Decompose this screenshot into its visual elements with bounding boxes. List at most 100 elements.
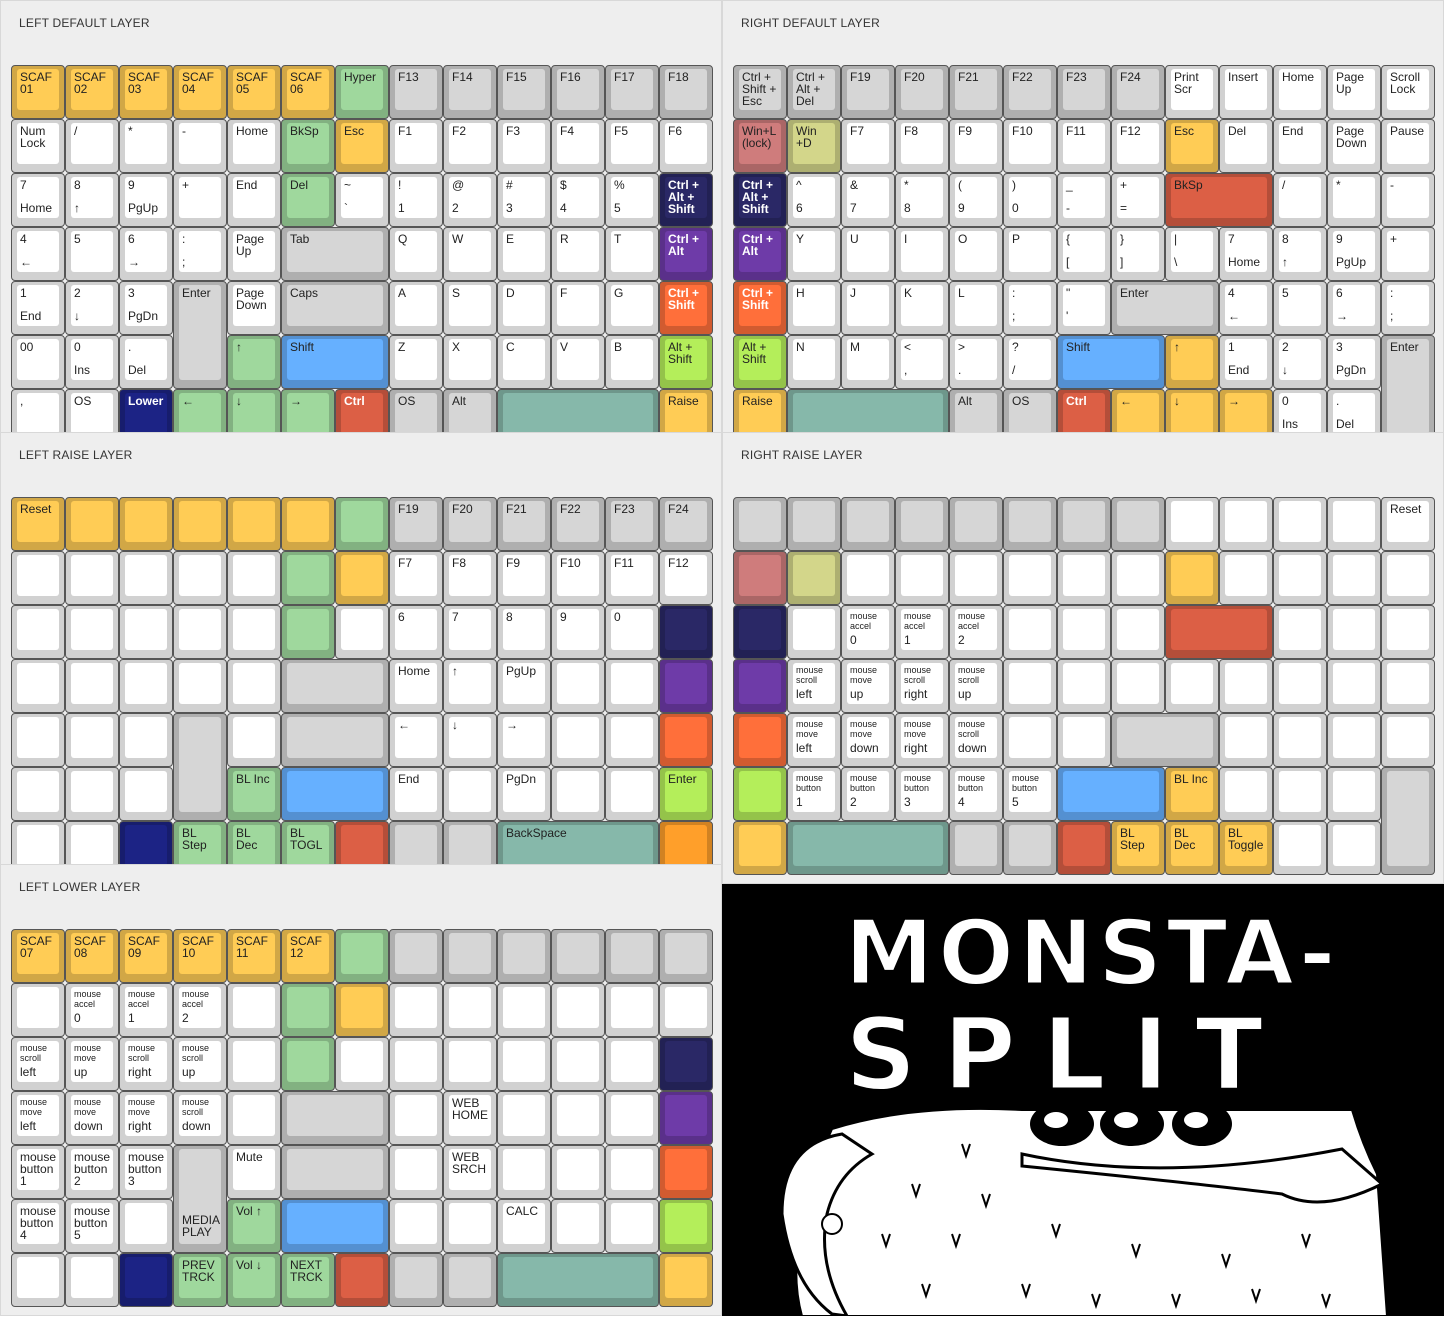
key-label: BL Dec (1174, 826, 1196, 852)
key-sublabel: ← (20, 255, 32, 269)
key (605, 1145, 659, 1199)
keycap (1117, 609, 1159, 650)
keycap (17, 609, 59, 650)
key (1057, 767, 1165, 821)
key-label: BL Inc (236, 772, 270, 786)
key-label: Y (796, 232, 805, 246)
key (1327, 713, 1381, 767)
key-label: Raise (668, 394, 699, 408)
keycap (179, 609, 221, 650)
key-label: WEB SRCH (452, 1150, 487, 1176)
key-label: F1 (398, 124, 413, 138)
keycap (1117, 501, 1159, 542)
key-sublabel: Home (1228, 255, 1261, 269)
key: mouse button 5 (65, 1199, 119, 1253)
key-label: 7 (1228, 232, 1235, 246)
key (281, 767, 389, 821)
key (65, 605, 119, 659)
key: mouse button 1 (11, 1145, 65, 1199)
key (605, 1199, 659, 1253)
key-label: SCAF 03 (128, 70, 161, 96)
key: O (949, 227, 1003, 281)
key: F9 (949, 119, 1003, 173)
key (281, 1145, 389, 1199)
key: F23 (1057, 65, 1111, 119)
key-label: 7 (20, 178, 27, 192)
key-label: NEXT TRCK (290, 1258, 323, 1284)
key (119, 605, 173, 659)
key: J (841, 281, 895, 335)
key: :; (173, 227, 227, 281)
key: + (173, 173, 227, 227)
key-sublabel: 1 (904, 633, 911, 647)
key: Home (1273, 65, 1327, 119)
key-sublabel: 1 (398, 201, 405, 215)
key: H (787, 281, 841, 335)
key: mouse button 4 (11, 1199, 65, 1253)
key: BkSp (281, 119, 335, 173)
key-label: F10 (560, 556, 581, 570)
key: <, (895, 335, 949, 389)
keycap (71, 609, 113, 650)
key (1057, 713, 1111, 767)
key-label: T (614, 232, 622, 246)
key: F22 (551, 497, 605, 551)
key-label: F7 (850, 124, 865, 138)
key: :; (1381, 281, 1435, 335)
key: C (497, 335, 551, 389)
keycap (341, 987, 383, 1028)
key: Vol ↓ (227, 1253, 281, 1307)
key: Mute (227, 1145, 281, 1199)
keycap (793, 825, 943, 866)
key (227, 605, 281, 659)
key-label: Pause (1390, 124, 1425, 138)
keycap (793, 555, 835, 596)
key-label: OS (398, 394, 416, 408)
key: mouse move left (787, 713, 841, 767)
key-sublabel: ' (1066, 309, 1069, 323)
key-label: Alt (452, 394, 467, 408)
keycap (449, 825, 491, 866)
key: WEB HOME (443, 1091, 497, 1145)
key (227, 497, 281, 551)
key-label: mouse move (904, 719, 932, 739)
key (335, 497, 389, 551)
key-label: F17 (614, 70, 635, 84)
key (281, 713, 389, 767)
keycap (503, 393, 653, 434)
key: Tab (281, 227, 389, 281)
keycap (125, 501, 167, 542)
keycap (233, 555, 275, 596)
art-title-line2: SPLIT (845, 996, 1289, 1113)
key-label: mouse button (850, 773, 878, 793)
keycap (665, 717, 707, 758)
key: Win+L (lock) (733, 119, 787, 173)
key-sublabel: PgDn (1336, 363, 1367, 377)
key: F7 (841, 119, 895, 173)
key-label: + (1390, 232, 1398, 246)
key: Esc (1165, 119, 1219, 173)
keycap (1387, 555, 1429, 596)
key-label: Enter (182, 286, 211, 300)
key-label: 1 (1228, 340, 1235, 354)
key-label: : (1012, 286, 1016, 300)
key-label: F9 (958, 124, 973, 138)
keycap (955, 501, 997, 542)
key (119, 497, 173, 551)
key (389, 1037, 443, 1091)
key-sublabel: PgUp (1336, 255, 1367, 269)
key (1273, 497, 1327, 551)
keycap (1063, 609, 1105, 650)
key-sublabel: right (904, 741, 928, 755)
keycap (287, 1149, 383, 1190)
key-label: BL TOGL (290, 826, 323, 852)
key: 7 (443, 605, 497, 659)
key (389, 929, 443, 983)
key-label: BkSp (1174, 178, 1203, 192)
key: F11 (605, 551, 659, 605)
key: 00 (11, 335, 65, 389)
key (443, 983, 497, 1037)
key: F10 (551, 551, 605, 605)
key (1273, 605, 1327, 659)
key-label: End (398, 772, 420, 786)
